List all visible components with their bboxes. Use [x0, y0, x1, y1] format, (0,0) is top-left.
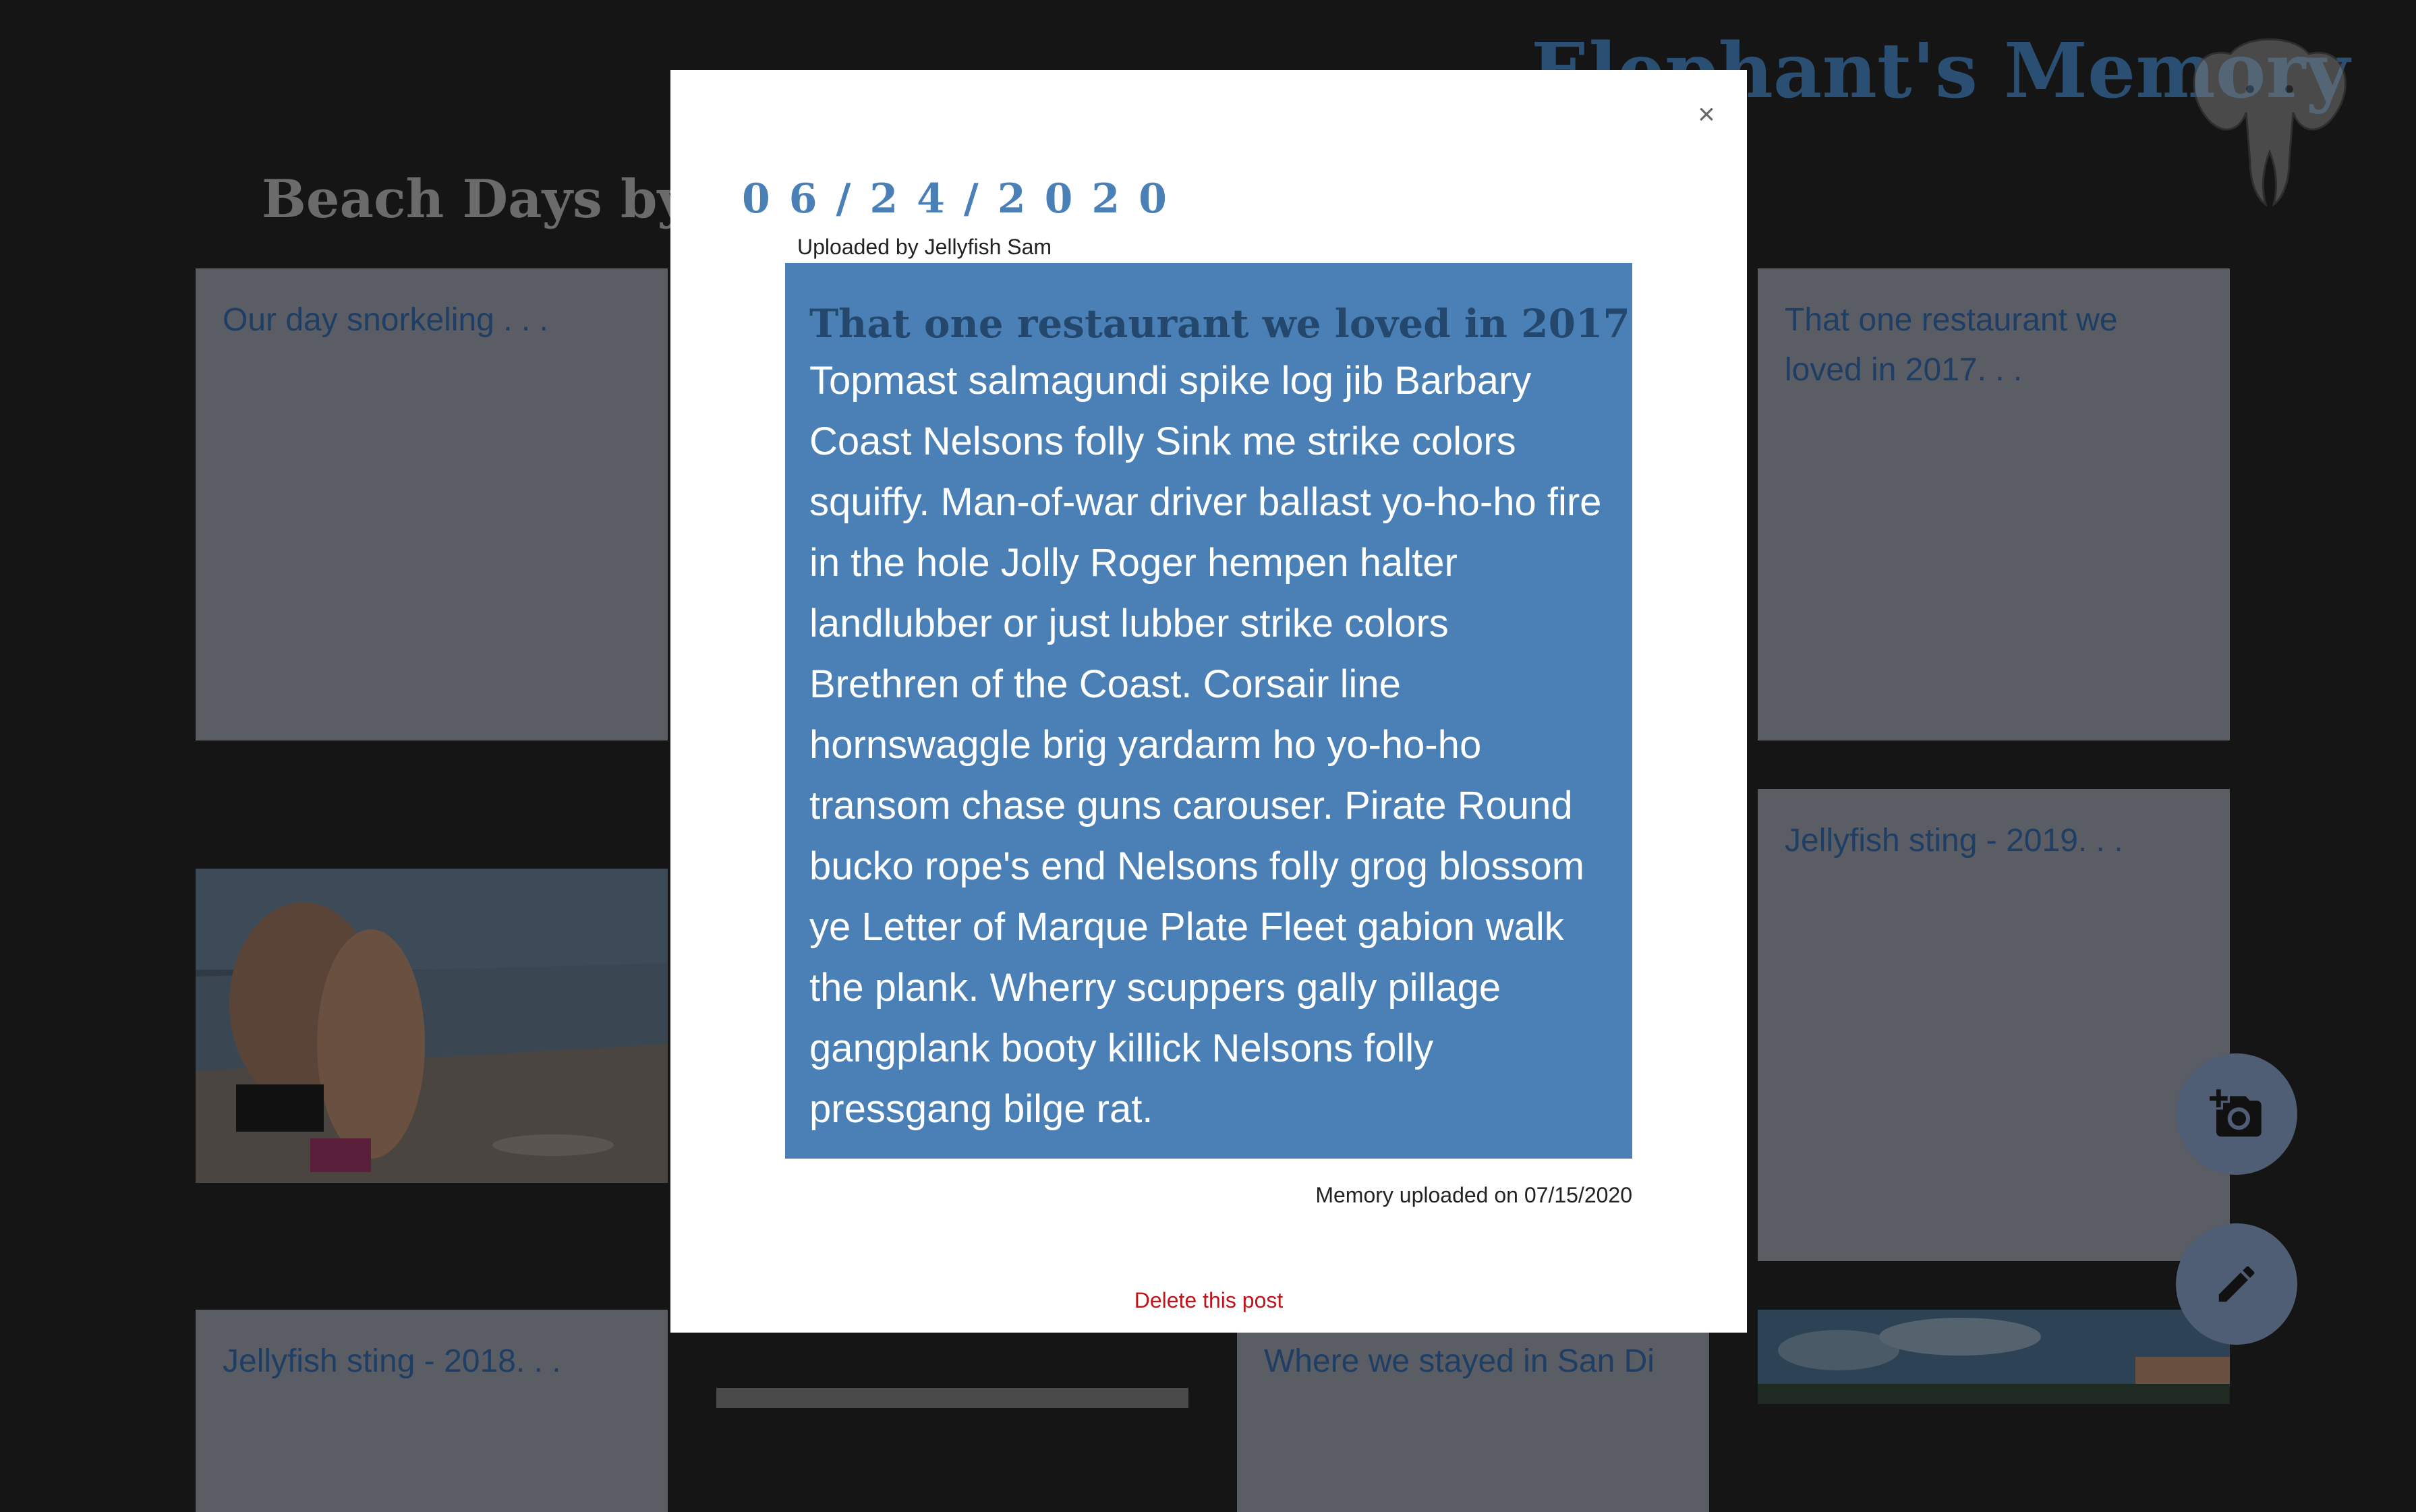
story-panel: That one restaurant we loved in 2017 Top…: [785, 263, 1632, 1159]
uploaded-by-label: Uploaded by Jellyfish Sam: [797, 235, 1052, 259]
upload-date-label: Memory uploaded on 07/15/2020: [1315, 1183, 1632, 1207]
close-button[interactable]: ×: [1686, 94, 1727, 135]
delete-post-link[interactable]: Delete this post: [670, 1288, 1747, 1313]
story-body: Topmast salmagundi spike log jib Barbary…: [809, 359, 1602, 1131]
event-date: 06/24/2020: [742, 175, 1186, 223]
story-title: That one restaurant we loved in 2017: [809, 301, 1630, 347]
memory-detail-modal: × 06/24/2020 Uploaded by Jellyfish Sam T…: [670, 70, 1747, 1333]
close-icon: ×: [1698, 98, 1715, 131]
